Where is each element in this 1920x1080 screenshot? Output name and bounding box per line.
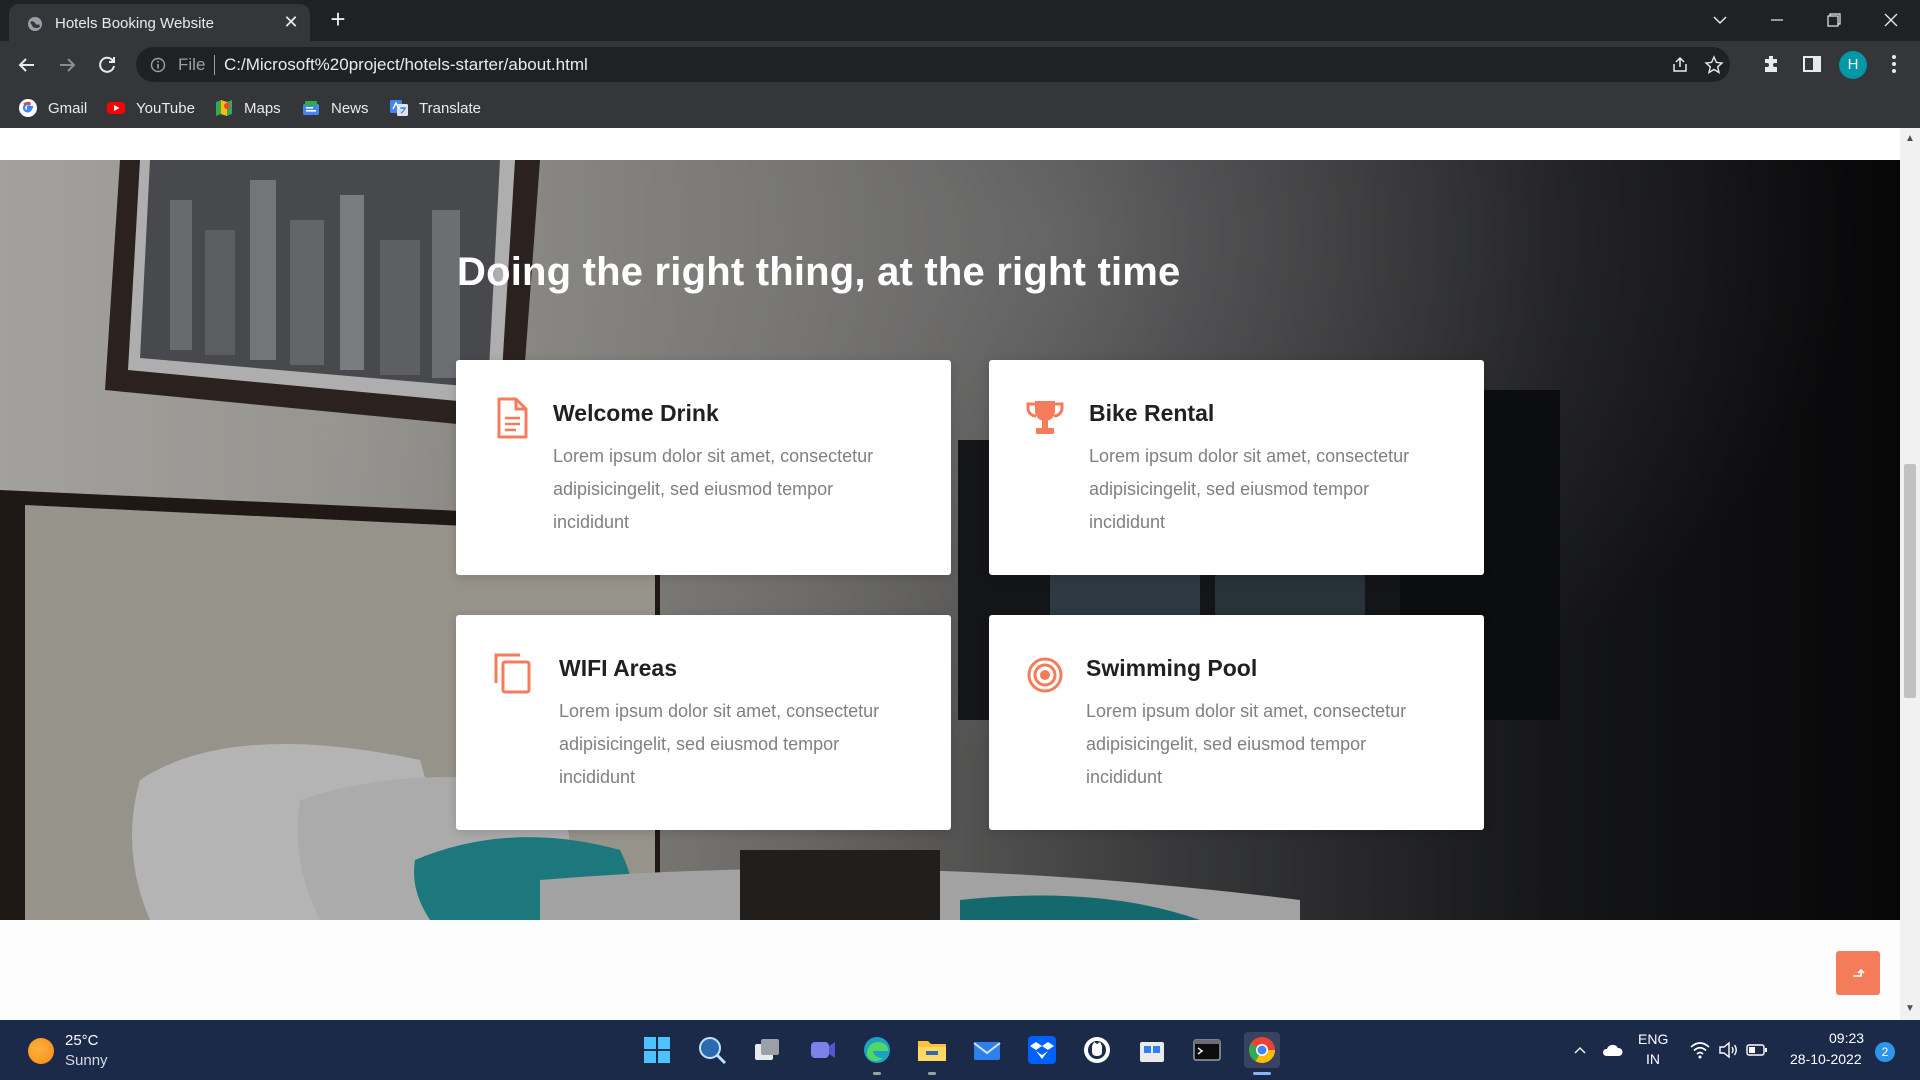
translate-icon	[390, 100, 408, 116]
service-card-swimming-pool: Swimming Pool Lorem ipsum dolor sit amet…	[989, 615, 1484, 830]
section-title: Doing the right thing, at the right time	[457, 250, 1181, 294]
forward-arrow-icon[interactable]	[53, 51, 81, 79]
back-arrow-icon[interactable]	[13, 51, 41, 79]
document-icon	[497, 397, 528, 439]
close-window-icon[interactable]	[1871, 6, 1911, 34]
clock-time[interactable]: 09:23	[1829, 1030, 1864, 1046]
scheme-label: File	[178, 55, 206, 74]
store-icon[interactable]	[1134, 1032, 1170, 1068]
active-indicator	[1253, 1072, 1271, 1075]
menu-dots-icon[interactable]	[1884, 52, 1904, 76]
bookmark-news[interactable]: News	[301, 96, 369, 120]
bookmark-translate[interactable]: Translate	[389, 96, 481, 120]
youtube-icon	[107, 102, 125, 114]
minimize-icon[interactable]	[1757, 6, 1797, 34]
tab-search-icon[interactable]	[1700, 6, 1740, 34]
card-title: WIFI Areas	[559, 655, 678, 681]
browser-toolbar: File C:/Microsoft%20project/hotels-start…	[0, 41, 1920, 88]
service-card-bike-rental: Bike Rental Lorem ipsum dolor sit amet, …	[989, 360, 1484, 575]
card-text: Lorem ipsum dolor sit amet, consectetur …	[1086, 701, 1407, 787]
browser-tab[interactable]: Hotels Booking Website ✕	[9, 4, 310, 41]
news-icon	[303, 101, 319, 115]
task-view-icon[interactable]	[749, 1032, 785, 1068]
card-title: Bike Rental	[1089, 400, 1215, 426]
profile-avatar[interactable]: H	[1839, 51, 1867, 79]
info-icon[interactable]	[150, 57, 166, 73]
onedrive-icon[interactable]	[1601, 1042, 1623, 1058]
globe-icon	[28, 17, 42, 31]
share-icon[interactable]	[1670, 55, 1690, 75]
bookmark-label: Gmail	[48, 99, 88, 117]
card-title: Swimming Pool	[1086, 655, 1258, 681]
bookmark-label: YouTube	[136, 99, 195, 117]
clock-date[interactable]: 28-10-2022	[1790, 1051, 1862, 1067]
card-title: Welcome Drink	[553, 400, 719, 426]
edge-icon[interactable]	[859, 1032, 895, 1068]
tab-title: Hotels Booking Website	[55, 15, 214, 32]
bookmark-label: News	[331, 99, 369, 117]
bookmark-label: Maps	[244, 99, 281, 117]
address-bar[interactable]: File C:/Microsoft%20project/hotels-start…	[136, 47, 1730, 82]
card-text: Lorem ipsum dolor sit amet, consectetur …	[1089, 446, 1410, 532]
reload-icon[interactable]	[93, 51, 121, 79]
file-explorer-icon[interactable]	[914, 1032, 950, 1068]
copy-icon	[494, 653, 531, 694]
page-viewport: Doing the right thing, at the right time…	[0, 128, 1920, 1020]
trophy-icon	[1026, 401, 1064, 434]
card-text: Lorem ipsum dolor sit amet, consectetur …	[559, 701, 880, 787]
scroll-up-arrow-icon[interactable]: ▲	[1905, 134, 1915, 144]
weather-temperature[interactable]: 25°C	[65, 1032, 99, 1049]
extensions-icon[interactable]	[1760, 52, 1784, 76]
target-icon	[1027, 657, 1063, 693]
side-panel-icon[interactable]	[1800, 52, 1824, 76]
language-line-1[interactable]: ENG	[1638, 1031, 1668, 1047]
mail-icon[interactable]	[969, 1032, 1005, 1068]
wifi-icon[interactable]	[1689, 1040, 1711, 1060]
address-url[interactable]: C:/Microsoft%20project/hotels-starter/ab…	[224, 55, 588, 75]
bookmark-youtube[interactable]: YouTube	[106, 96, 195, 120]
battery-icon[interactable]	[1745, 1042, 1769, 1058]
address-divider	[214, 55, 215, 75]
bookmark-maps[interactable]: Maps	[214, 96, 281, 120]
page-scrollbar[interactable]: ▲ ▼	[1900, 128, 1920, 1020]
volume-icon[interactable]	[1717, 1040, 1739, 1060]
gmail-icon	[19, 99, 37, 117]
chrome-icon[interactable]	[1244, 1032, 1280, 1068]
close-tab-icon[interactable]: ✕	[281, 12, 301, 32]
service-card-welcome-drink: Welcome Drink Lorem ipsum dolor sit amet…	[456, 360, 951, 575]
maps-icon	[216, 100, 232, 116]
language-line-2[interactable]: IN	[1638, 1051, 1668, 1067]
back-to-top-button[interactable]	[1836, 951, 1880, 995]
service-card-wifi-areas: WIFI Areas Lorem ipsum dolor sit amet, c…	[456, 615, 951, 830]
new-tab-button[interactable]: +	[326, 6, 350, 32]
sun-icon[interactable]	[28, 1038, 54, 1064]
start-icon[interactable]	[639, 1032, 675, 1068]
teams-icon[interactable]	[804, 1032, 840, 1068]
terminal-icon[interactable]	[1189, 1032, 1225, 1068]
services-hero-section: Doing the right thing, at the right time…	[0, 160, 1900, 920]
bookmark-gmail[interactable]: Gmail	[18, 96, 87, 120]
bookmark-star-icon[interactable]	[1704, 55, 1724, 75]
tab-strip: Hotels Booking Website ✕ +	[0, 0, 1920, 41]
github-icon[interactable]	[1079, 1032, 1115, 1068]
restore-icon[interactable]	[1813, 6, 1853, 34]
card-text: Lorem ipsum dolor sit amet, consectetur …	[553, 446, 874, 532]
bookmarks-bar: Gmail YouTube Maps News Translate	[0, 88, 1920, 128]
bookmark-label: Translate	[419, 99, 481, 117]
running-indicator	[928, 1072, 936, 1075]
chevron-up-icon[interactable]	[1572, 1042, 1588, 1058]
windows-taskbar: 25°C Sunny ENG IN 09:23 28-10-2022 2	[0, 1020, 1920, 1080]
running-indicator	[873, 1072, 881, 1075]
next-section	[0, 920, 1900, 1020]
arrow-up-icon	[1853, 968, 1865, 977]
search-icon[interactable]	[694, 1032, 730, 1068]
notification-badge[interactable]: 2	[1875, 1042, 1895, 1062]
weather-description[interactable]: Sunny	[65, 1052, 108, 1069]
scroll-down-arrow-icon[interactable]: ▼	[1905, 1004, 1915, 1014]
scrollbar-thumb[interactable]	[1904, 464, 1916, 698]
dropbox-icon[interactable]	[1024, 1032, 1060, 1068]
